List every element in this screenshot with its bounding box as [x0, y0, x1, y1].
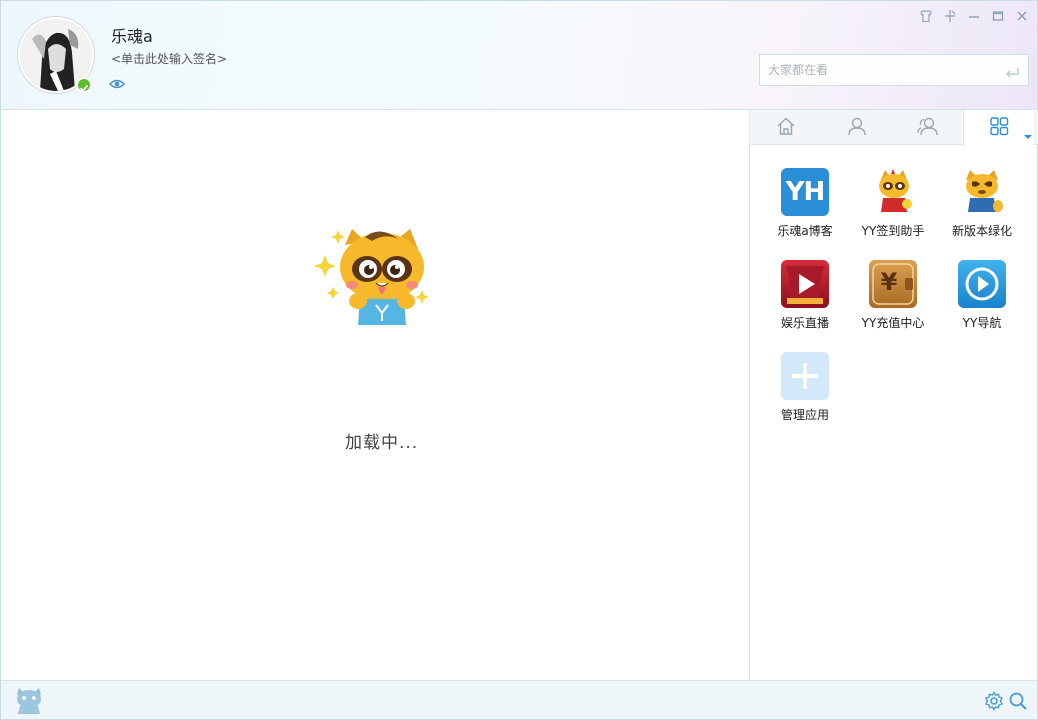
add-icon [781, 352, 829, 400]
settings-icon[interactable] [984, 691, 1004, 711]
search-box [759, 54, 1029, 86]
wallet-icon: ¥ [869, 260, 917, 308]
app-green-version[interactable]: 新版本绿化 [942, 168, 1022, 239]
checkin-mascot-icon [869, 168, 917, 216]
search-input[interactable] [760, 55, 1000, 85]
grid-icon [988, 115, 1010, 141]
tab-groups[interactable] [892, 110, 963, 145]
window-controls [917, 8, 1031, 24]
app-manage[interactable]: 管理应用 [765, 352, 845, 423]
signature-field[interactable]: <单击此处输入签名> [111, 50, 227, 67]
loading-mascot-icon [310, 225, 440, 340]
app-checkin[interactable]: YY签到助手 [853, 168, 933, 239]
close-icon[interactable] [1013, 8, 1031, 24]
minimize-icon[interactable] [965, 8, 983, 24]
mascot-icon[interactable] [14, 687, 44, 715]
group-icon [916, 115, 940, 141]
side-tabs [750, 110, 1038, 146]
app-blog[interactable]: YH 乐魂a博客 [765, 168, 845, 239]
enter-icon[interactable] [1004, 64, 1020, 78]
app-label: 乐魂a博客 [777, 224, 833, 238]
footer-bar [0, 680, 1038, 720]
home-icon [775, 115, 797, 141]
tab-friends[interactable] [821, 110, 892, 145]
loading-text: 加载中... [345, 433, 419, 453]
search-icon[interactable] [1008, 691, 1028, 711]
header: 乐魂a <单击此处输入签名> [0, 0, 1038, 110]
username: 乐魂a [111, 27, 153, 46]
app-label: YY充值中心 [861, 316, 925, 330]
yh-blog-icon: YH [781, 168, 829, 216]
maximize-icon[interactable] [989, 8, 1007, 24]
tab-home[interactable] [750, 110, 821, 145]
user-icon [846, 115, 868, 141]
avatar[interactable] [18, 17, 94, 93]
mascot-icon [958, 168, 1006, 216]
pin-icon[interactable] [941, 8, 959, 24]
tab-more-chevron-down-icon[interactable] [1023, 125, 1033, 139]
app-recharge[interactable]: ¥ YY充值中心 [853, 260, 933, 331]
navigation-icon [958, 260, 1006, 308]
eye-icon[interactable] [109, 76, 125, 90]
app-label: YY导航 [962, 316, 1002, 330]
live-play-icon [781, 260, 829, 308]
app-label: 管理应用 [780, 408, 829, 422]
app-live[interactable]: 娱乐直播 [765, 260, 845, 331]
online-status-badge [76, 77, 92, 93]
main-content [0, 110, 750, 680]
app-label: 娱乐直播 [780, 316, 829, 330]
side-panel: YH 乐魂a博客 YY签到助手 新版本绿化 娱乐直播 ¥ YY充值中心 YY导航… [749, 110, 1038, 680]
app-label: 新版本绿化 [951, 224, 1012, 238]
app-label: YY签到助手 [861, 224, 925, 238]
app-navigation[interactable]: YY导航 [942, 260, 1022, 331]
skin-icon[interactable] [917, 8, 935, 24]
